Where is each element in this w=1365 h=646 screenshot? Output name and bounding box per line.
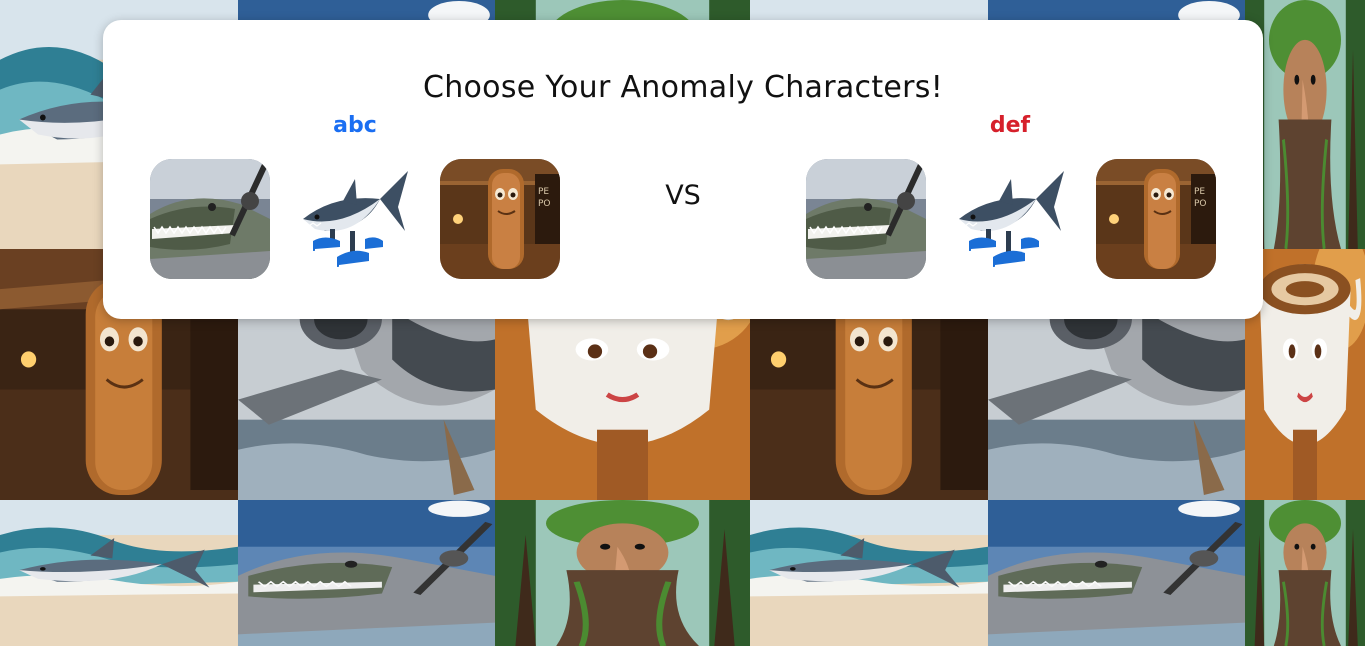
- shark-sneakers-icon: [295, 159, 415, 279]
- background-tile-crocodile-airplane: [988, 500, 1245, 646]
- vs-label: VS: [665, 180, 701, 211]
- background-tile-monkey-tree: [1245, 0, 1365, 249]
- crocodile-airplane-icon: [806, 159, 926, 279]
- crocodile-airplane-image-icon: [988, 500, 1245, 646]
- shark-beach-image-icon: [0, 500, 238, 646]
- player1-character-shark-sneakers[interactable]: [295, 159, 415, 279]
- player2-name: def: [989, 113, 1031, 138]
- crocodile-airplane-image-icon: [238, 500, 495, 646]
- background-tile-shark-beach: [750, 500, 988, 646]
- player2-character-crocodile-airplane[interactable]: [806, 159, 926, 279]
- monkey-tree-image-icon: [1245, 0, 1365, 249]
- player2-character-shark-sneakers[interactable]: [951, 159, 1071, 279]
- background-tile-monkey-tree: [1245, 500, 1365, 646]
- shark-beach-image-icon: [750, 500, 988, 646]
- background-tile-shark-beach: [0, 500, 238, 646]
- player2-character-wooden-log-man[interactable]: [1096, 159, 1216, 279]
- background-tile-crocodile-airplane: [238, 500, 495, 646]
- wooden-log-man-icon: [440, 159, 560, 279]
- player1-character-crocodile-airplane[interactable]: [150, 159, 270, 279]
- wooden-log-man-icon: [1096, 159, 1216, 279]
- background-tile-coffee-cup-lady: [1245, 249, 1365, 500]
- player1-character-wooden-log-man[interactable]: [440, 159, 560, 279]
- monkey-tree-image-icon: [495, 500, 750, 646]
- player1-name: abc: [333, 113, 377, 138]
- shark-sneakers-icon: [951, 159, 1071, 279]
- page-title: Choose Your Anomaly Characters!: [422, 70, 944, 105]
- coffee-cup-lady-image-icon: [1245, 249, 1365, 500]
- character-select-panel: Choose Your Anomaly Characters! abc VS d…: [103, 20, 1263, 319]
- background-tile-monkey-tree: [495, 500, 750, 646]
- monkey-tree-image-icon: [1245, 500, 1365, 646]
- crocodile-airplane-icon: [150, 159, 270, 279]
